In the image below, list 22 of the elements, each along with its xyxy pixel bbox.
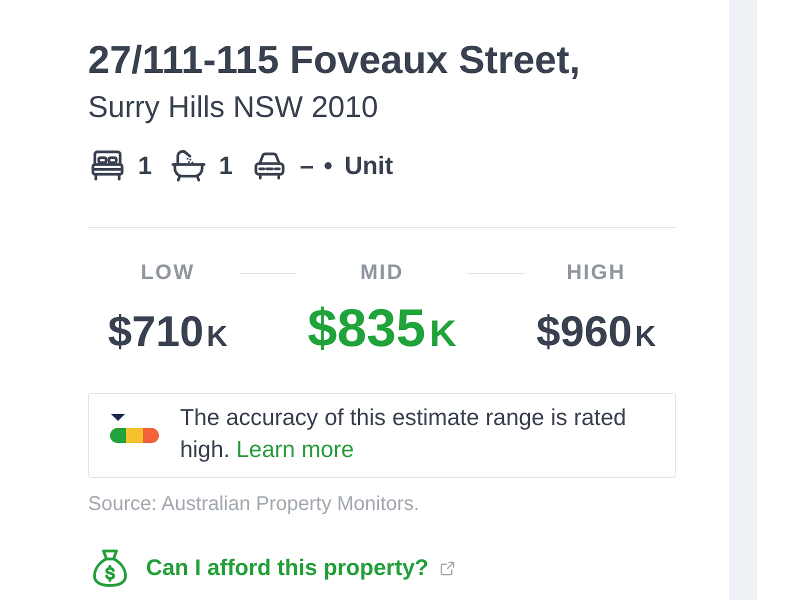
pointer-icon	[111, 414, 126, 421]
external-link-icon	[440, 560, 455, 576]
estimate-value: $960 K	[536, 311, 656, 354]
feature-count: 1	[138, 150, 152, 180]
bathtub-icon	[170, 148, 206, 183]
address-locality: Surry Hills NSW 2010	[88, 90, 380, 126]
money-bag-icon	[92, 548, 128, 588]
feature-count: –	[300, 150, 314, 180]
address-title: 27/111-115 Foveaux Street,	[88, 38, 582, 84]
bullet-separator: •	[324, 150, 332, 180]
estimate-label: HIGH	[566, 261, 626, 285]
bed-icon	[90, 148, 125, 183]
afford-link[interactable]: Can I afford this property?	[146, 554, 429, 582]
accuracy-text: The accuracy of this estimate range is rated high. Learn more	[180, 403, 628, 464]
estimate-label: MID	[360, 261, 404, 285]
estimate-value: $710 K	[108, 311, 228, 354]
property-type: Unit	[344, 150, 394, 180]
estimate-value: $835 K	[308, 302, 456, 355]
source-note: Source: Australian Property Monitors.	[88, 492, 420, 516]
estimate-label: LOW	[140, 261, 195, 285]
learn-more-link[interactable]: Learn more	[236, 436, 354, 462]
feature-count: 1	[218, 150, 233, 180]
